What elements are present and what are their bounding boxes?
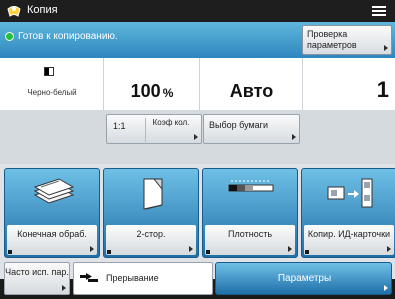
- finishing-label-area: Конечная обраб.: [7, 225, 97, 255]
- ratio-label: 1:1: [113, 121, 126, 131]
- density-label-area: Плотность: [205, 225, 295, 255]
- zoom-cell[interactable]: 100%: [104, 58, 200, 110]
- parameters-label: Параметры: [277, 273, 332, 284]
- corner-mark-icon: [206, 250, 210, 254]
- interrupt-icon: [80, 273, 98, 282]
- bottom-row: Часто исп. пар. Прерывание Параметры: [0, 262, 395, 296]
- finishing-icon: [33, 178, 75, 204]
- id-card-copy-label-area: Копир. ИД-карточки: [304, 225, 394, 255]
- finishing-label: Конечная обраб.: [17, 229, 87, 239]
- paper-value: Авто: [229, 81, 274, 101]
- corner-mark-icon: [305, 250, 309, 254]
- chevron-right-icon: [189, 246, 193, 252]
- copy-app-icon: [7, 6, 21, 17]
- copies-cell[interactable]: 1: [303, 58, 395, 110]
- ratio-paper-row: 1:1 Коэф кол. Выбор бумаги: [0, 110, 395, 164]
- chevron-right-icon: [288, 246, 292, 252]
- status-text: Готов к копированию.: [18, 31, 118, 42]
- density-button[interactable]: Плотность: [202, 168, 298, 258]
- finishing-button[interactable]: Конечная обраб.: [4, 168, 100, 258]
- chevron-right-icon: [90, 246, 94, 252]
- zoom-unit: %: [162, 86, 174, 100]
- ready-status-icon: [5, 32, 14, 41]
- chevron-right-icon: [194, 134, 198, 140]
- paper-select-label: Выбор бумаги: [209, 120, 268, 130]
- color-mode-cell[interactable]: Черно-белый: [0, 58, 104, 110]
- interrupt-label: Прерывание: [106, 273, 159, 283]
- two-sided-label-area: 2-стор.: [106, 225, 196, 255]
- title-bar: Копия: [0, 0, 395, 22]
- zoom-value: 100: [130, 81, 161, 101]
- chevron-right-icon: [387, 246, 391, 252]
- coef-label: Коэф кол.: [152, 118, 190, 127]
- paper-select-button[interactable]: Выбор бумаги: [203, 114, 300, 144]
- id-card-copy-button[interactable]: Копир. ИД-карточки: [301, 168, 395, 258]
- check-settings-button[interactable]: Проверка параметров: [302, 25, 392, 55]
- app-title: Копия: [27, 4, 58, 16]
- ratio-separator: [145, 118, 146, 142]
- id-card-copy-icon: [327, 178, 373, 208]
- interrupt-button[interactable]: Прерывание: [73, 262, 213, 295]
- chevron-right-icon: [384, 45, 388, 51]
- two-sided-button[interactable]: 2-стор.: [103, 168, 199, 258]
- chevron-right-icon: [292, 134, 296, 140]
- color-mode-icon: [44, 67, 54, 76]
- chevron-right-icon: [384, 285, 388, 291]
- frequent-settings-label: Часто исп. пар.: [5, 267, 69, 277]
- frequent-settings-button[interactable]: Часто исп. пар.: [4, 262, 70, 295]
- two-sided-icon: [143, 178, 163, 210]
- paper-cell[interactable]: Авто: [200, 58, 303, 110]
- chevron-right-icon: [62, 285, 66, 291]
- id-card-copy-label: Копир. ИД-карточки: [307, 229, 391, 239]
- ratio-button[interactable]: 1:1 Коэф кол.: [106, 114, 202, 144]
- parameters-button[interactable]: Параметры: [215, 262, 392, 295]
- density-label: Плотность: [227, 229, 273, 239]
- settings-summary: Черно-белый 100% Авто 1: [0, 58, 395, 110]
- function-buttons: Конечная обраб. 2-стор. Плотность Копир.…: [0, 168, 395, 258]
- two-sided-label: 2-стор.: [136, 229, 166, 239]
- check-settings-label: Проверка параметров: [307, 29, 357, 50]
- copies-value: 1: [376, 77, 389, 102]
- copy-main-panel: Готов к копированию. Проверка параметров…: [0, 22, 395, 295]
- corner-mark-icon: [107, 250, 111, 254]
- status-bar: Готов к копированию. Проверка параметров: [0, 22, 395, 58]
- menu-button[interactable]: [367, 2, 391, 20]
- color-mode-value: Черно-белый: [27, 88, 77, 97]
- zoom-value-wrap: 100%: [104, 81, 200, 102]
- density-icon: [228, 180, 274, 192]
- corner-mark-icon: [8, 250, 12, 254]
